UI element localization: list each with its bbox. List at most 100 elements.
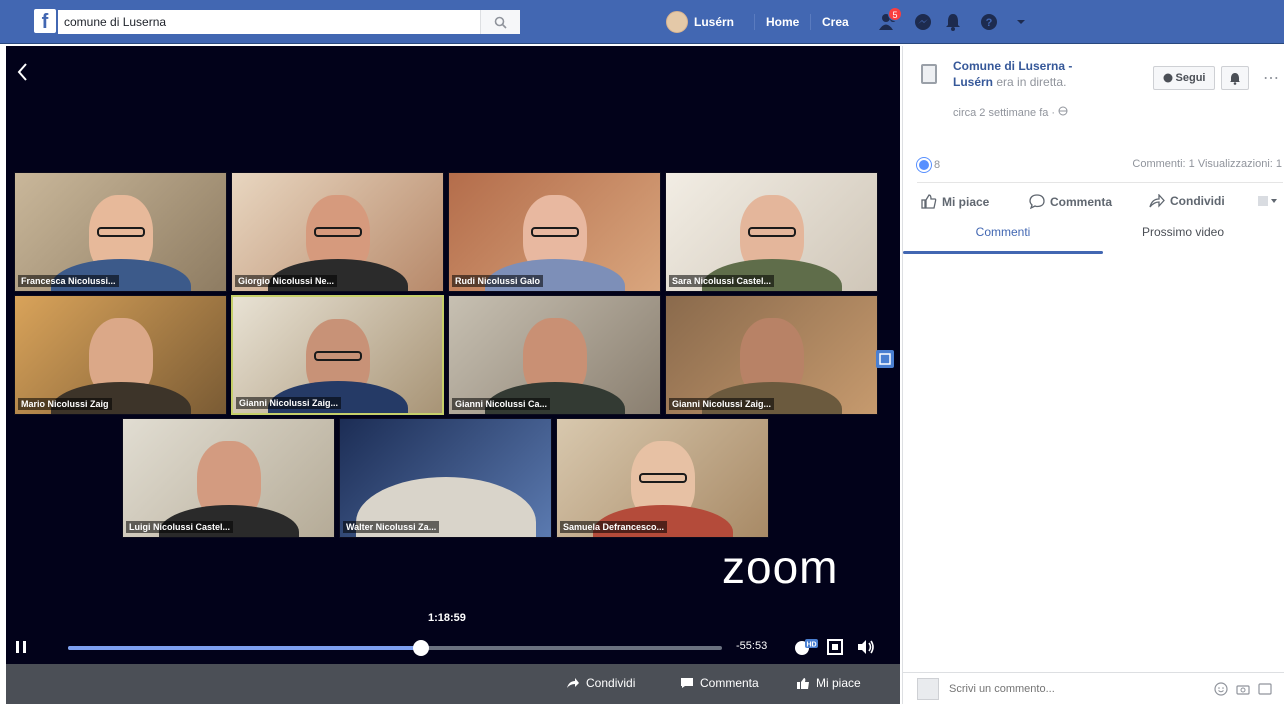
expand-icon: [879, 353, 891, 365]
active-speaker-tile: Gianni Nicolussi Zaig...: [231, 295, 444, 415]
progress-bar[interactable]: [68, 640, 722, 656]
share-arrow-icon: [1149, 194, 1165, 208]
post-timestamp-row: circa 2 settimane fa ·: [953, 106, 1068, 119]
post-share-label: Condividi: [1170, 194, 1225, 208]
participant-tile: Gianni Nicolussi Ca...: [448, 295, 661, 415]
photo-button[interactable]: [1235, 681, 1251, 697]
post-sidebar: Comune di Luserna - Lusérn era in dirett…: [902, 46, 1284, 704]
participant-name: Walter Nicolussi Za...: [343, 521, 440, 533]
help-icon: ?: [981, 14, 997, 30]
post-stats[interactable]: Commenti: 1 Visualizzazioni: 1: [1132, 158, 1282, 170]
account-menu-button[interactable]: [1010, 11, 1032, 33]
bell-icon: [946, 14, 960, 31]
help-button[interactable]: ?: [978, 11, 1000, 33]
post-actions: Mi piace Commenta Condividi: [917, 194, 1284, 216]
thumbs-up-icon: [797, 677, 809, 689]
post-timestamp[interactable]: circa 2 settimane fa ·: [953, 107, 1055, 119]
participant-name: Luigi Nicolussi Castel...: [126, 521, 234, 533]
top-navigation-bar: f Lusérn Home Crea 5 ?: [0, 0, 1284, 44]
participant-tile: Gianni Nicolussi Zaig...: [665, 295, 878, 415]
notification-count-badge: 5: [888, 7, 902, 21]
participant-tile: Giorgio Nicolussi Ne...: [231, 172, 444, 292]
participant-name: Gianni Nicolussi Ca...: [452, 398, 551, 410]
profile-name: Lusérn: [694, 15, 735, 29]
nav-divider: [754, 14, 755, 30]
active-tab-indicator: [903, 251, 1103, 254]
gif-icon: [1258, 683, 1272, 695]
hd-quality-button[interactable]: HD: [792, 638, 820, 656]
like-label: Mi piace: [816, 676, 861, 690]
video-action-bar: Condividi Commenta Mi piace: [6, 664, 900, 704]
participant-name: Gianni Nicolussi Zaig...: [669, 398, 775, 410]
participant-name: Giorgio Nicolussi Ne...: [235, 275, 338, 287]
search-bar: [58, 10, 520, 34]
comment-composer: [903, 672, 1284, 704]
svg-text:?: ?: [986, 17, 993, 29]
follow-button[interactable]: Segui: [1153, 66, 1215, 90]
comment-input[interactable]: [949, 678, 1199, 700]
post-comment-button[interactable]: Commenta: [1029, 194, 1112, 209]
tab-comments[interactable]: Commenti: [903, 222, 1103, 254]
home-link[interactable]: Home: [766, 10, 799, 34]
avatar-caret-icon: [1258, 196, 1277, 206]
participant-tile: Walter Nicolussi Za...: [339, 418, 552, 538]
notifications-toggle-button[interactable]: [1221, 66, 1249, 90]
volume-button[interactable]: [856, 638, 876, 656]
follow-check-icon: [1163, 73, 1173, 83]
post-like-button[interactable]: Mi piace: [921, 194, 989, 209]
collapse-sidebar-button[interactable]: [876, 350, 894, 368]
notifications-button[interactable]: [942, 11, 964, 33]
page-profile-icon[interactable]: [921, 64, 937, 84]
divider: [917, 182, 1283, 183]
facebook-logo-icon[interactable]: f: [34, 9, 56, 33]
post-comment-label: Commenta: [1050, 194, 1113, 209]
back-arrow-icon[interactable]: [14, 60, 32, 84]
glasses: [747, 227, 796, 237]
participant-tile: Rudi Nicolussi Galo: [448, 172, 661, 292]
volume-icon: [858, 640, 874, 654]
glasses: [313, 351, 362, 361]
post-header: Comune di Luserna - Lusérn era in dirett…: [953, 58, 1103, 90]
fullscreen-button[interactable]: [826, 638, 844, 656]
avatar: [917, 678, 939, 700]
audience-selector-button[interactable]: [1257, 194, 1284, 208]
settings-hd-icon: HD: [795, 639, 818, 655]
emoji-button[interactable]: [1213, 681, 1229, 697]
share-button[interactable]: Condividi: [566, 676, 635, 690]
post-like-label: Mi piace: [942, 194, 990, 209]
participant-tile: Sara Nicolussi Castel...: [665, 172, 878, 292]
more-options-icon[interactable]: ⋯: [1263, 68, 1279, 88]
current-time-tooltip: 1:18:59: [428, 612, 466, 624]
gif-button[interactable]: [1257, 681, 1273, 697]
tab-next-video[interactable]: Prossimo video: [1083, 222, 1283, 254]
like-reaction-icon: [917, 158, 931, 172]
participant-name: Samuela Defrancesco...: [560, 521, 668, 533]
bell-icon: [1230, 72, 1240, 85]
reaction-count: 8: [934, 159, 941, 171]
participant-name: Rudi Nicolussi Galo: [452, 275, 544, 287]
remaining-time: -55:53: [736, 640, 768, 652]
like-button[interactable]: Mi piace: [796, 676, 861, 690]
messenger-button[interactable]: [912, 11, 934, 33]
live-status-text: era in diretta.: [996, 75, 1067, 89]
profile-link[interactable]: Lusérn: [666, 10, 734, 34]
fullscreen-icon: [827, 639, 843, 655]
zoom-logo: zoom: [722, 541, 839, 593]
glasses: [530, 227, 579, 237]
create-link[interactable]: Crea: [822, 10, 849, 34]
friend-requests-button[interactable]: 5: [878, 7, 902, 33]
comment-bubble-icon: [681, 678, 693, 688]
share-label: Condividi: [586, 676, 636, 690]
search-button[interactable]: [480, 10, 520, 34]
tab-next-video-label: Prossimo video: [1141, 225, 1225, 239]
reactions-summary[interactable]: 8: [917, 158, 940, 172]
search-input[interactable]: [58, 10, 478, 34]
participant-name: Sara Nicolussi Castel...: [669, 275, 775, 287]
progress-handle[interactable]: [413, 640, 430, 656]
video-player[interactable]: Francesca Nicolussi... Giorgio Nicolussi…: [6, 46, 900, 704]
comment-button[interactable]: Commenta: [680, 676, 759, 690]
post-share-button[interactable]: Condividi: [1149, 194, 1225, 208]
thumbs-up-icon: [921, 194, 937, 209]
pause-icon[interactable]: [14, 640, 28, 654]
participant-tile: Samuela Defrancesco...: [556, 418, 769, 538]
